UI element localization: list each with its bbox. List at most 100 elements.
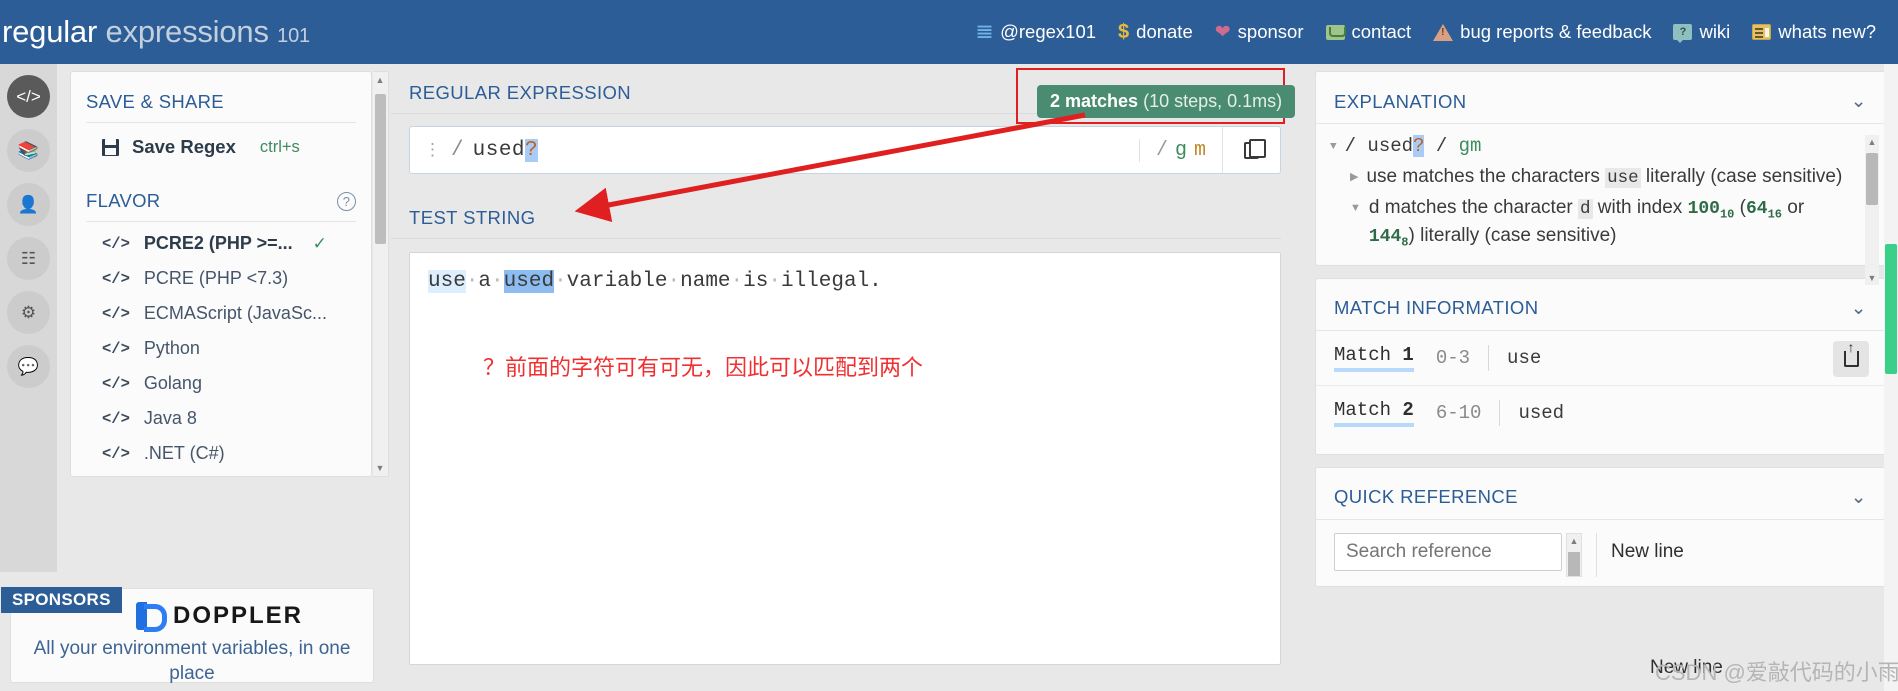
heart-icon: ❤ bbox=[1214, 21, 1231, 43]
explanation-title: EXPLANATION bbox=[1334, 90, 1467, 112]
scroll-up-icon[interactable]: ▲ bbox=[1567, 534, 1581, 548]
explanation-pattern-row[interactable]: ▼ / used? / gm bbox=[1330, 135, 1851, 162]
nav-link-sponsor[interactable]: ❤ sponsor bbox=[1215, 21, 1304, 43]
logo-part-101: 101 bbox=[277, 25, 310, 47]
regex-input-row[interactable]: ⋮ / used? / gm bbox=[409, 126, 1281, 174]
exp-hex: 6416 bbox=[1746, 199, 1782, 222]
sponsor-box[interactable]: SPONSORS DOPPLER All your environment va… bbox=[1, 587, 374, 684]
divider bbox=[1488, 344, 1490, 371]
space-dot: · bbox=[554, 270, 567, 293]
flavor-label: .NET (C#) bbox=[143, 443, 225, 463]
site-logo[interactable]: regular expressions 101 bbox=[0, 14, 310, 50]
flavor-item-python[interactable]: </> Python bbox=[86, 331, 356, 366]
triangle-down-icon[interactable]: ▼ bbox=[1350, 195, 1361, 216]
quick-reference-header[interactable]: QUICK REFERENCE ⌄ bbox=[1316, 468, 1885, 520]
quick-reference-scrollbar[interactable]: ▲ bbox=[1566, 532, 1582, 577]
copy-regex-button[interactable] bbox=[1222, 127, 1280, 173]
test-string-editor[interactable]: use·a·used·variable·name·is·illegal. ？前面… bbox=[409, 252, 1281, 665]
save-regex-button[interactable]: Save Regex ctrl+s bbox=[86, 123, 356, 171]
center-column: REGULAR EXPRESSION ⋮ / used? / gm TEST S… bbox=[391, 64, 1299, 691]
flavor-item-pcre2[interactable]: </> PCRE2 (PHP >=... ✓ bbox=[86, 226, 356, 261]
match-count-badge: 2 matches (10 steps, 0.1ms) bbox=[1037, 85, 1296, 118]
divider bbox=[1596, 532, 1597, 577]
flavor-label: Java 8 bbox=[143, 408, 197, 428]
chevron-down-icon[interactable]: ⌄ bbox=[1851, 297, 1867, 320]
scrollbar-thumb[interactable] bbox=[1568, 551, 1580, 576]
exp-literal: use bbox=[1605, 168, 1641, 188]
doppler-brand: DOPPLER bbox=[172, 602, 303, 629]
regex-quantifier: ? bbox=[525, 138, 539, 162]
regex-text: used? bbox=[473, 138, 539, 162]
match-information-header[interactable]: MATCH INFORMATION ⌄ bbox=[1316, 279, 1885, 331]
flag-slash: / bbox=[1155, 138, 1168, 162]
flavor-item-golang[interactable]: </> Golang bbox=[86, 366, 356, 401]
scroll-up-icon[interactable]: ▲ bbox=[1865, 135, 1879, 149]
community-icon[interactable]: ☷ bbox=[7, 237, 50, 280]
flavor-item-pcre[interactable]: </> PCRE (PHP <7.3) bbox=[86, 261, 356, 296]
twitter-icon: 𝌆 bbox=[976, 21, 994, 43]
divider bbox=[1499, 399, 1501, 426]
space-dot: · bbox=[730, 270, 744, 293]
triangle-down-icon[interactable]: ▼ bbox=[1330, 135, 1337, 153]
flavor-label: ECMAScript (JavaSc... bbox=[143, 303, 327, 323]
scroll-up-icon[interactable]: ▲ bbox=[373, 72, 387, 88]
library-icon[interactable]: 📚 bbox=[7, 129, 50, 172]
regex-input-field[interactable]: ⋮ / used? bbox=[410, 138, 1139, 162]
scroll-down-icon[interactable]: ▼ bbox=[1865, 271, 1879, 285]
quick-reference-item[interactable]: New line bbox=[1611, 533, 1684, 563]
export-matches-button[interactable] bbox=[1833, 339, 1869, 377]
exp-literal: d bbox=[1578, 198, 1593, 219]
scrollbar-thumb[interactable] bbox=[1885, 244, 1897, 374]
flavor-header: FLAVOR ? bbox=[86, 171, 356, 222]
chevron-down-icon[interactable]: ⌄ bbox=[1851, 486, 1867, 509]
code-icon[interactable]: </> bbox=[7, 75, 50, 118]
nav-link-contact[interactable]: contact bbox=[1325, 21, 1411, 43]
save-regex-label: Save Regex bbox=[132, 136, 236, 157]
right-column: EXPLANATION ⌄ ▼ / used? / gm ▶ use match… bbox=[1315, 64, 1898, 691]
flavor-item-dotnet[interactable]: </> .NET (C#) bbox=[86, 436, 356, 471]
page-scrollbar[interactable] bbox=[1884, 64, 1898, 691]
scrollbar-thumb[interactable] bbox=[1866, 153, 1878, 205]
flavor-label: Golang bbox=[143, 373, 202, 393]
chevron-down-icon[interactable]: ⌄ bbox=[1851, 90, 1867, 113]
table-row[interactable]: Match 1 0-3 use bbox=[1316, 331, 1885, 385]
chat-icon[interactable]: 💬 bbox=[7, 345, 50, 388]
account-icon[interactable]: 👤 bbox=[7, 183, 50, 226]
match-information-body: Match 1 0-3 use Match 2 6-10 used bbox=[1316, 331, 1885, 454]
test-text-word: is bbox=[743, 270, 769, 293]
exp-pre: use matches the characters bbox=[1366, 166, 1606, 187]
explanation-row-d[interactable]: ▼ d matches the character d with index 1… bbox=[1330, 193, 1851, 253]
scroll-down-icon[interactable]: ▼ bbox=[373, 460, 387, 476]
nav-link-bug-reports[interactable]: bug reports & feedback bbox=[1433, 21, 1651, 43]
triangle-right-icon[interactable]: ▶ bbox=[1350, 164, 1358, 185]
help-icon[interactable]: ? bbox=[337, 191, 356, 211]
test-text-mid: a bbox=[478, 270, 492, 293]
explanation-scrollbar[interactable]: ▲ ▼ bbox=[1865, 135, 1879, 285]
search-reference-input[interactable] bbox=[1334, 532, 1562, 571]
regex-flags[interactable]: / gm bbox=[1138, 138, 1222, 162]
exp-oct-base: 8 bbox=[1401, 235, 1409, 250]
nav-link-wiki[interactable]: ? wiki bbox=[1673, 21, 1730, 43]
nav-link-donate-label: donate bbox=[1136, 21, 1193, 42]
flavor-item-ecmascript[interactable]: </> ECMAScript (JavaSc... bbox=[86, 296, 356, 331]
explanation-header[interactable]: EXPLANATION ⌄ bbox=[1316, 72, 1885, 124]
match-steps-text: (10 steps, 0.1ms) bbox=[1143, 91, 1283, 111]
match-information-panel: MATCH INFORMATION ⌄ Match 1 0-3 use Matc… bbox=[1315, 277, 1886, 455]
flavor-label: PCRE2 (PHP >=... bbox=[143, 233, 293, 253]
flavor-item-java8[interactable]: </> Java 8 bbox=[86, 401, 356, 436]
check-icon: ✓ bbox=[312, 233, 327, 253]
nav-link-whats-new[interactable]: whats new? bbox=[1752, 21, 1876, 43]
envelope-icon bbox=[1325, 24, 1345, 40]
drag-handle-icon[interactable]: ⋮ bbox=[424, 141, 442, 158]
sidebar-scrollbar[interactable]: ▲ ▼ bbox=[373, 71, 389, 477]
settings-icon[interactable]: ⚙ bbox=[7, 291, 50, 334]
scrollbar-thumb[interactable] bbox=[375, 94, 386, 244]
match-index: 2 bbox=[1402, 398, 1414, 421]
nav-link-donate[interactable]: $ donate bbox=[1118, 21, 1193, 43]
match-value: use bbox=[1507, 346, 1542, 369]
left-sidebar-panel: SAVE & SHARE Save Regex ctrl+s FLAVOR ? … bbox=[70, 71, 372, 477]
table-row[interactable]: Match 2 6-10 used bbox=[1316, 384, 1885, 440]
match-range: 0-3 bbox=[1435, 346, 1471, 369]
explanation-row-use[interactable]: ▶ use matches the characters use literal… bbox=[1330, 162, 1851, 193]
nav-link-twitter[interactable]: 𝌆 @regex101 bbox=[976, 21, 1096, 43]
